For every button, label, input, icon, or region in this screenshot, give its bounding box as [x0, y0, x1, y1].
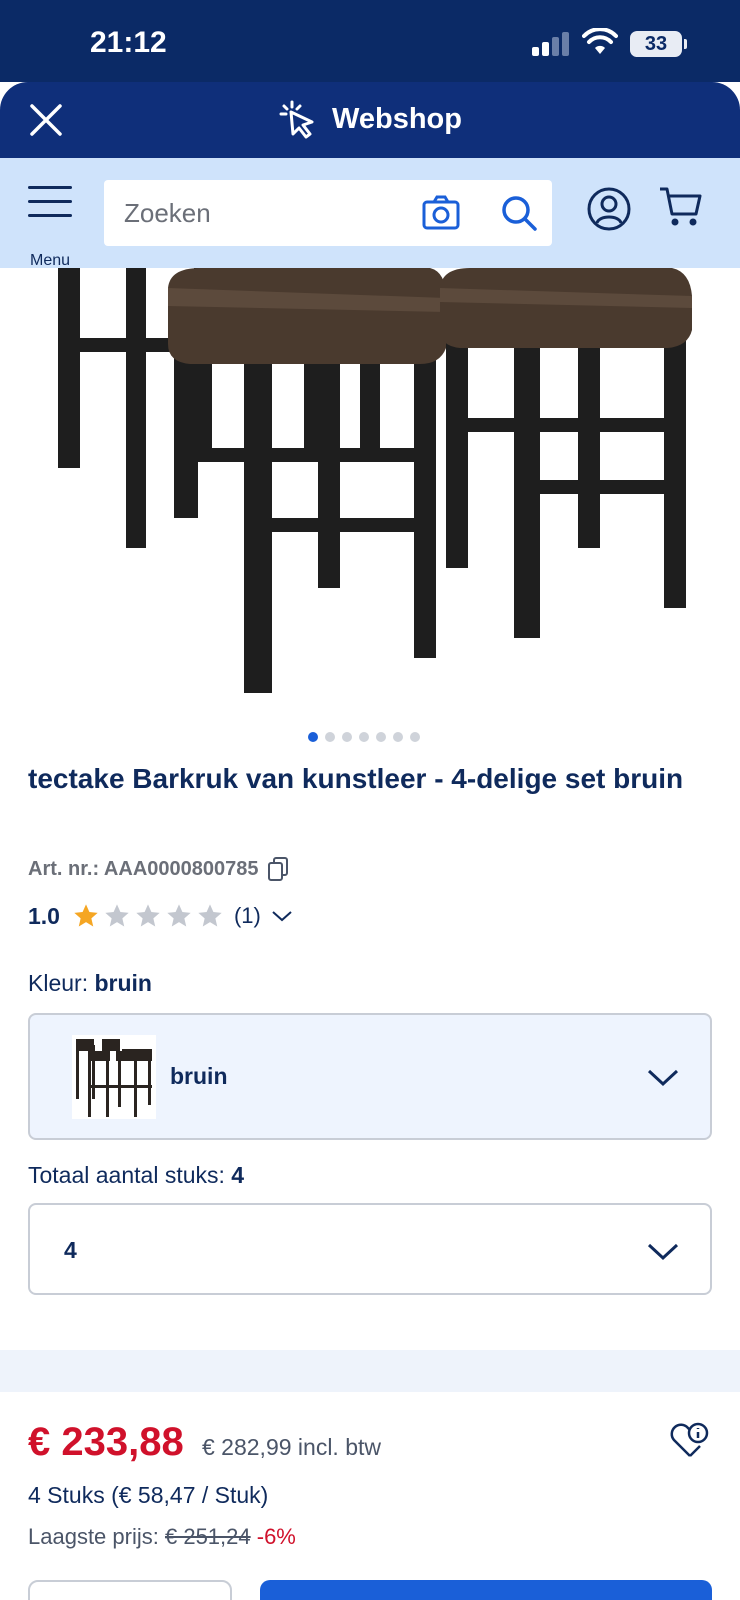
section-divider: [0, 1350, 740, 1392]
product-title: tectake Barkruk van kunstleer - 4-delige…: [28, 763, 684, 794]
signal-icon: [532, 32, 572, 56]
lowest-price-value: € 251,24: [164, 1524, 251, 1549]
carousel-dot[interactable]: [342, 732, 352, 742]
price-info-icon[interactable]: [670, 1420, 710, 1460]
status-time: 21:12: [90, 26, 167, 59]
secondary-action-button[interactable]: [28, 1580, 232, 1600]
article-number-row: Art. nr.: AAA0000800785: [28, 856, 289, 882]
account-icon[interactable]: [586, 186, 632, 232]
carousel-dot[interactable]: [308, 732, 318, 742]
search-bar-area: Menu: [0, 158, 740, 269]
star-icon: [198, 904, 222, 927]
rating-row[interactable]: 1.0 (1): [28, 902, 293, 930]
star-icon: [105, 904, 129, 927]
color-option-thumbnail: [72, 1035, 156, 1119]
star-icon: [167, 904, 191, 927]
webshop-title: Webshop: [332, 102, 462, 135]
webshop-title-group: Webshop: [278, 96, 462, 142]
bar-stool-image: [58, 268, 692, 693]
chevron-down-icon[interactable]: [271, 909, 293, 923]
quantity-total: 4: [231, 1162, 245, 1188]
star-icon: [74, 904, 98, 927]
hamburger-icon: [28, 186, 78, 217]
rating-count: (1): [233, 903, 261, 928]
search-input[interactable]: [124, 192, 384, 234]
product-image[interactable]: [0, 268, 740, 708]
article-number: Art. nr.: AAA0000800785: [28, 857, 259, 880]
color-selected: bruin: [94, 970, 152, 996]
carousel-dot[interactable]: [325, 732, 335, 742]
search-box: [104, 180, 552, 246]
wifi-icon: [582, 28, 618, 54]
quantity-label: Totaal aantal stuks:: [28, 1162, 225, 1188]
carousel-dot[interactable]: [393, 732, 403, 742]
webshop-header: Webshop: [0, 82, 740, 158]
carousel-dot[interactable]: [410, 732, 420, 742]
quantity-value: 4: [64, 1237, 77, 1263]
carousel-dot[interactable]: [359, 732, 369, 742]
status-bar: 21:12 33: [0, 0, 740, 82]
star-icon: [136, 904, 160, 927]
search-icon[interactable]: [500, 194, 538, 232]
chevron-down-icon: [647, 1243, 679, 1261]
original-price: € 282,99 incl. btw: [202, 1434, 382, 1460]
quantity-label-row: Totaal aantal stuks: 4: [28, 1162, 244, 1189]
cursor-click-icon: [279, 100, 314, 139]
carousel-dot[interactable]: [376, 732, 386, 742]
quantity-select[interactable]: 4: [28, 1203, 712, 1295]
current-price: € 233,88: [28, 1420, 184, 1464]
carousel-dots: [308, 732, 420, 742]
lowest-price-row: Laagste prijs: € 251,24 -6%: [28, 1524, 296, 1550]
color-label: Kleur:: [28, 970, 89, 996]
color-label-row: Kleur: bruin: [28, 970, 152, 997]
discount-percentage: -6%: [256, 1524, 296, 1549]
copy-icon[interactable]: [267, 856, 289, 882]
lowest-price-label: Laagste prijs:: [28, 1524, 159, 1549]
color-select[interactable]: bruin: [28, 1013, 712, 1140]
battery-indicator: 33: [630, 31, 687, 57]
camera-icon[interactable]: [422, 195, 460, 231]
rating-value: 1.0: [28, 902, 60, 929]
rating-stars: [72, 902, 224, 930]
add-to-cart-button[interactable]: [260, 1580, 712, 1600]
color-option-name: bruin: [170, 1063, 228, 1089]
chevron-down-icon: [647, 1069, 679, 1087]
menu-button[interactable]: Menu: [28, 186, 78, 269]
price-per-unit: 4 Stuks (€ 58,47 / Stuk): [28, 1482, 269, 1508]
close-icon[interactable]: [26, 100, 66, 140]
cart-icon[interactable]: [658, 184, 704, 230]
